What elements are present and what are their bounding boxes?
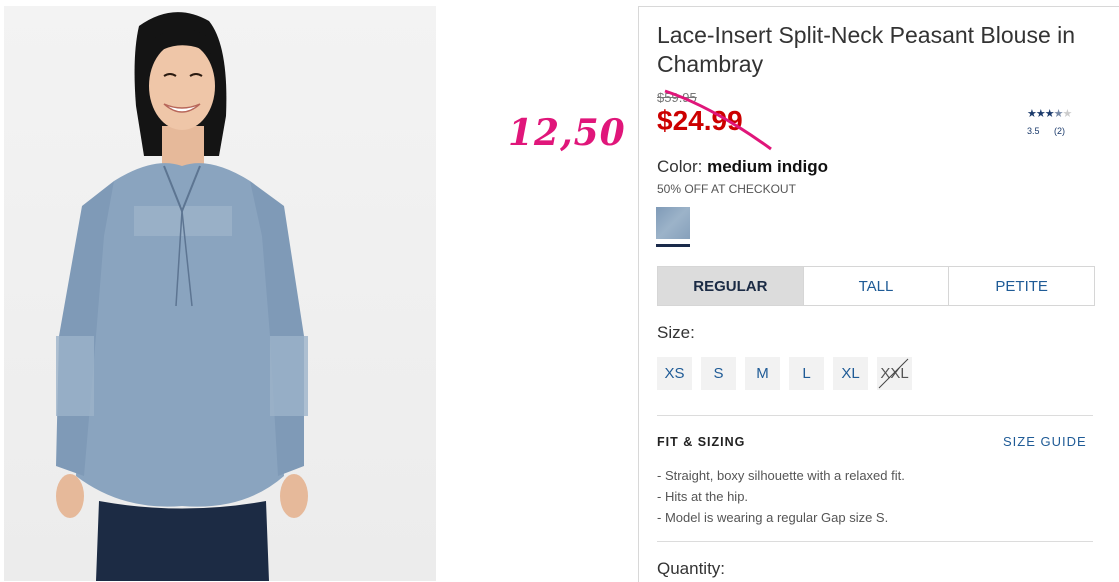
promo-text: 50% OFF AT CHECKOUT bbox=[657, 182, 796, 196]
fit-details-list: - Straight, boxy silhouette with a relax… bbox=[657, 465, 905, 528]
fit-tabs: REGULAR TALL PETITE bbox=[657, 266, 1095, 306]
handwritten-strike-mark bbox=[664, 89, 772, 151]
color-label: Color: bbox=[657, 157, 703, 176]
divider bbox=[657, 541, 1093, 542]
tab-tall[interactable]: TALL bbox=[802, 267, 949, 305]
product-image[interactable] bbox=[4, 6, 436, 581]
size-xl-button[interactable]: XL bbox=[833, 357, 868, 390]
fit-sizing-heading: FIT & SIZING bbox=[657, 435, 746, 449]
divider bbox=[657, 415, 1093, 416]
rating-stars-icon: ★★★★★ bbox=[1027, 108, 1072, 120]
model-illustration bbox=[56, 12, 308, 581]
size-options: XS S M L XL XXL bbox=[657, 357, 912, 390]
size-xs-button[interactable]: XS bbox=[657, 357, 692, 390]
size-label: Size: bbox=[657, 323, 695, 342]
color-swatch-medium-indigo[interactable] bbox=[656, 207, 690, 239]
selected-swatch-indicator bbox=[656, 244, 690, 247]
rating-value: 3.5 bbox=[1027, 126, 1040, 136]
tab-regular[interactable]: REGULAR bbox=[658, 267, 803, 305]
size-s-button[interactable]: S bbox=[701, 357, 736, 390]
color-name: medium indigo bbox=[707, 157, 828, 176]
list-item: - Straight, boxy silhouette with a relax… bbox=[657, 468, 905, 483]
handwritten-price-note: 12,50 bbox=[508, 112, 626, 154]
size-xxl-button[interactable]: XXL bbox=[877, 357, 912, 390]
unavailable-slash-icon bbox=[878, 358, 909, 389]
size-guide-link[interactable]: SIZE GUIDE bbox=[1003, 434, 1087, 449]
size-m-button[interactable]: M bbox=[745, 357, 780, 390]
size-l-button[interactable]: L bbox=[789, 357, 824, 390]
product-title: Lace-Insert Split-Neck Peasant Blouse in… bbox=[657, 22, 1076, 77]
product-rating[interactable]: ★★★★★ 3.5 (2) bbox=[1027, 107, 1097, 136]
quantity-label: Quantity: bbox=[657, 559, 726, 578]
list-item: - Hits at the hip. bbox=[657, 489, 749, 504]
list-item: - Model is wearing a regular Gap size S. bbox=[657, 510, 889, 525]
tab-petite[interactable]: PETITE bbox=[948, 267, 1094, 305]
color-line: Color: medium indigo bbox=[657, 157, 828, 177]
product-details-panel: Lace-Insert Split-Neck Peasant Blouse in… bbox=[638, 6, 1119, 582]
review-count[interactable]: (2) bbox=[1054, 126, 1065, 136]
